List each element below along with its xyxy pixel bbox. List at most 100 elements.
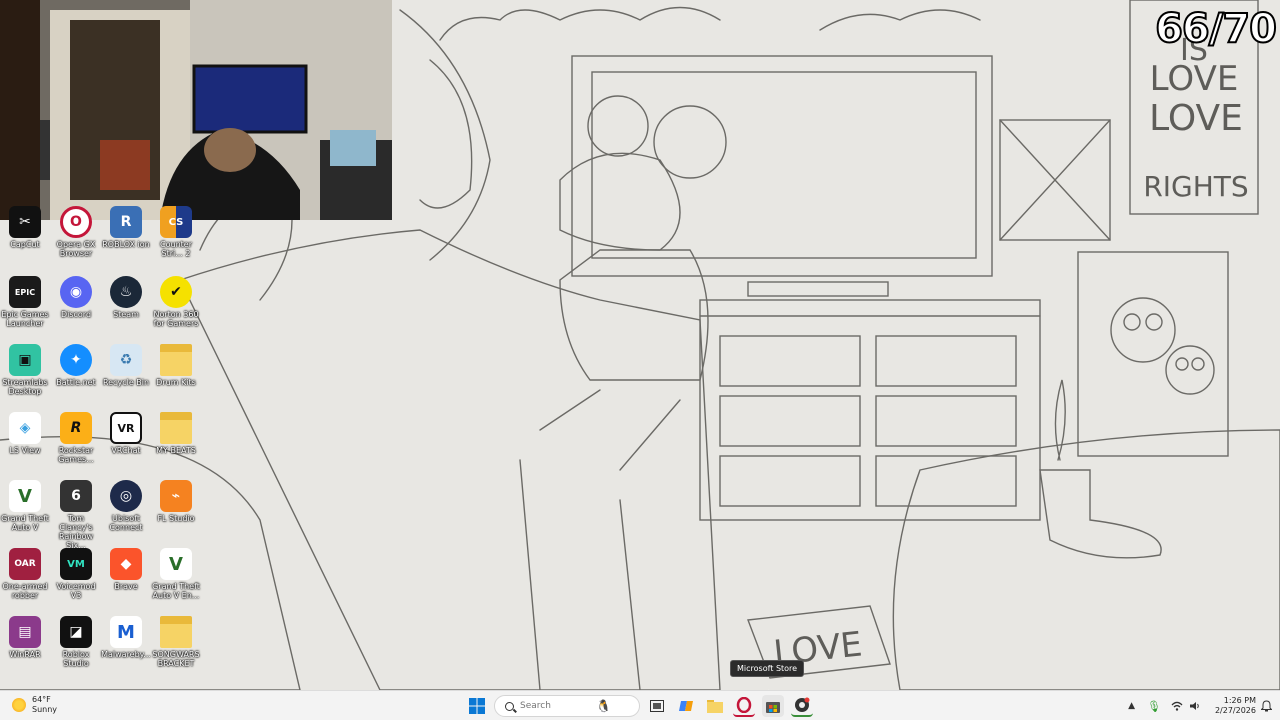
desktop-icon-label: Rockstar Games... bbox=[58, 446, 94, 464]
microsoft-store-button[interactable] bbox=[762, 695, 784, 717]
streamlabs-icon: ▣ bbox=[9, 344, 41, 376]
desktop-icon-my-beats[interactable]: MY BEATS bbox=[151, 412, 201, 455]
clock-time: 1:26 PM bbox=[1223, 696, 1256, 705]
malwarebytes-icon: M bbox=[110, 616, 142, 648]
desktop-icon-capcut[interactable]: ✂ CapCut bbox=[0, 206, 50, 249]
taskbar: 64°F Sunny 🐧 bbox=[0, 690, 1280, 720]
desktop-icon-lsview[interactable]: ◈ LS View bbox=[0, 412, 50, 455]
store-bag-icon bbox=[766, 702, 780, 713]
wifi-icon[interactable] bbox=[1171, 701, 1183, 711]
desktop-icon-ubisoft-connect[interactable]: ◎ Ubisoft Connect bbox=[101, 480, 151, 532]
desktop-icon-label: Voicemod V3 bbox=[56, 582, 96, 600]
desktop-icon-gta-v[interactable]: V Grand Theft Auto V bbox=[0, 480, 50, 532]
recycle-bin-icon: ♻ bbox=[110, 344, 142, 376]
notification-bell-icon[interactable] bbox=[1261, 700, 1272, 712]
desktop-icon-discord[interactable]: ◉ Discord bbox=[51, 276, 101, 319]
task-view-icon bbox=[650, 700, 664, 712]
desktop-icon-gta-v-enhanced[interactable]: V Grand Theft Auto V En... bbox=[151, 548, 201, 600]
search-icon bbox=[505, 701, 514, 711]
taskbar-clock[interactable]: 1:26 PM 2/27/2026 bbox=[1215, 696, 1256, 716]
roblox-studio-icon: ◪ bbox=[60, 616, 92, 648]
desktop-icon-malwarebytes[interactable]: M Malwareby... bbox=[101, 616, 151, 659]
desktop-icon-roblox-studio[interactable]: ◪ Roblox Studio bbox=[51, 616, 101, 668]
desktop-icon-label: MY BEATS bbox=[156, 446, 196, 455]
gta-v-icon: V bbox=[9, 480, 41, 512]
chevron-up-icon[interactable]: ▲ bbox=[1128, 701, 1135, 711]
system-tray: ▲ 🎙 1:26 PM 2/27/2026 bbox=[1128, 691, 1280, 720]
windows-logo-icon bbox=[469, 698, 485, 714]
desktop-icon-grid: ✂ CapCut O Opera GX Browser R ROBLOX ion… bbox=[0, 206, 210, 690]
robloxion-icon: R bbox=[110, 206, 142, 238]
desktop-icon-one-armed-robber[interactable]: OAR One-armed robber bbox=[0, 548, 50, 600]
desktop-icon-opera-gx[interactable]: O Opera GX Browser bbox=[51, 206, 101, 258]
desktop-icon-label: Drum Kits bbox=[156, 378, 196, 387]
lsview-icon: ◈ bbox=[9, 412, 41, 444]
desktop-icon-label: Ubisoft Connect bbox=[109, 514, 143, 532]
one-armed-robber-icon: OAR bbox=[9, 548, 41, 580]
desktop-icon-label: VRChat bbox=[111, 446, 141, 455]
chrome-taskbar-button[interactable] bbox=[791, 695, 813, 717]
vrchat-icon: VR bbox=[110, 412, 142, 444]
rockstar-icon: R bbox=[60, 412, 92, 444]
gta-v-icon: V bbox=[160, 548, 192, 580]
desktop-icon-counter-strike[interactable]: CS Counter Stri... 2 bbox=[151, 206, 201, 258]
desktop-icon-label: Counter Stri... 2 bbox=[160, 240, 192, 258]
desktop-icon-rockstar[interactable]: R Rockstar Games... bbox=[51, 412, 101, 464]
brave-icon: ◆ bbox=[110, 548, 142, 580]
desktop-icon-label: Roblox Studio bbox=[62, 650, 90, 668]
desktop-icon-robloxion[interactable]: R ROBLOX ion bbox=[101, 206, 151, 249]
speaker-icon[interactable] bbox=[1189, 701, 1201, 711]
desktop-icon-rainbow-six[interactable]: 6 Tom Clancy's Rainbow Six... bbox=[51, 480, 101, 550]
desktop-icon-norton[interactable]: ✔ Norton 360 for Gamers bbox=[151, 276, 201, 328]
desktop-icon-recycle-bin[interactable]: ♻ Recycle Bin bbox=[101, 344, 151, 387]
webcam-overlay bbox=[0, 0, 392, 220]
desktop-icon-label: Opera GX Browser bbox=[56, 240, 96, 258]
desktop-icon-fl-studio[interactable]: ⌁ FL Studio bbox=[151, 480, 201, 523]
desktop-icon-brave[interactable]: ◆ Brave bbox=[101, 548, 151, 591]
ubisoft-icon: ◎ bbox=[110, 480, 142, 512]
search-highlight-icon: 🐧 bbox=[596, 699, 611, 713]
voicemod-icon: VM bbox=[60, 548, 92, 580]
folder-icon bbox=[160, 344, 192, 376]
desktop-icon-label: Epic Games Launcher bbox=[1, 310, 49, 328]
desktop-icon-songwars-bracket[interactable]: SONGWARS BRACKET bbox=[151, 616, 201, 668]
desktop-icon-vrchat[interactable]: VR VRChat bbox=[101, 412, 151, 455]
task-view-button[interactable] bbox=[646, 695, 668, 717]
fl-studio-icon: ⌁ bbox=[160, 480, 192, 512]
desktop-icon-label: WinRAR bbox=[9, 650, 41, 659]
opera-gx-icon: O bbox=[60, 206, 92, 238]
desktop-icon-label: SONGWARS BRACKET bbox=[152, 650, 200, 668]
clock-date: 2/27/2026 bbox=[1214, 706, 1256, 715]
weather-desc: Sunny bbox=[32, 705, 58, 714]
desktop-icon-battlenet[interactable]: ✦ Battle.net bbox=[51, 344, 101, 387]
desktop-icon-label: Recycle Bin bbox=[102, 378, 150, 387]
poster-line-3: LOVE bbox=[1149, 98, 1243, 139]
desktop-icon-label: Norton 360 for Gamers bbox=[153, 310, 199, 328]
file-explorer-button[interactable] bbox=[704, 695, 726, 717]
counter-strike-icon: CS bbox=[160, 206, 192, 238]
winrar-icon: ▤ bbox=[9, 616, 41, 648]
desktop-icon-drum-kits[interactable]: Drum Kits bbox=[151, 344, 201, 387]
sun-icon bbox=[12, 698, 26, 712]
desktop-icon-epic-games[interactable]: EPIC Epic Games Launcher bbox=[0, 276, 50, 328]
copilot-button[interactable] bbox=[675, 695, 697, 717]
taskbar-tooltip: Microsoft Store bbox=[730, 660, 805, 677]
opera-gx-icon bbox=[736, 697, 752, 713]
desktop-icon-streamlabs[interactable]: ▣ Streamlabs Desktop bbox=[0, 344, 50, 396]
webcam-feed bbox=[0, 0, 392, 220]
desktop-icon-label: Battle.net bbox=[56, 378, 96, 387]
weather-widget[interactable]: 64°F Sunny bbox=[12, 695, 57, 715]
desktop-icon-label: LS View bbox=[9, 446, 41, 455]
microphone-icon[interactable]: 🎙 bbox=[1147, 700, 1161, 713]
desktop-icon-voicemod[interactable]: VM Voicemod V3 bbox=[51, 548, 101, 600]
capcut-icon: ✂ bbox=[9, 206, 41, 238]
taskbar-search[interactable]: 🐧 bbox=[494, 695, 640, 717]
search-input[interactable] bbox=[520, 701, 590, 711]
start-button[interactable] bbox=[466, 695, 488, 717]
desktop-icon-steam[interactable]: ♨ Steam bbox=[101, 276, 151, 319]
desktop-icon-label: Streamlabs Desktop bbox=[2, 378, 48, 396]
rainbow-six-icon: 6 bbox=[60, 480, 92, 512]
desktop-icon-winrar[interactable]: ▤ WinRAR bbox=[0, 616, 50, 659]
opera-gx-taskbar-button[interactable] bbox=[733, 695, 755, 717]
epic-games-icon: EPIC bbox=[9, 276, 41, 308]
